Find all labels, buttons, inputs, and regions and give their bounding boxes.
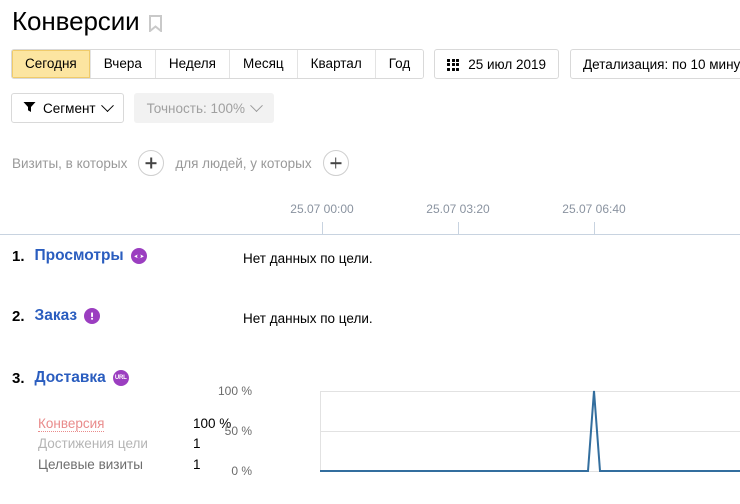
bookmark-icon[interactable] xyxy=(148,14,162,33)
axis-baseline xyxy=(0,234,740,235)
metric-label-conversion[interactable]: Конверсия xyxy=(38,416,105,432)
chevron-down-icon xyxy=(100,98,114,112)
period-tab-year[interactable]: Год xyxy=(375,50,424,78)
conversion-chart: 100 % 50 % 0 % xyxy=(218,380,740,500)
period-tab-today[interactable]: Сегодня xyxy=(12,50,91,78)
calendar-icon xyxy=(447,58,460,71)
metric-value-goal-reaches: 1 xyxy=(193,436,201,451)
chevron-down-icon xyxy=(250,98,263,112)
period-tab-week[interactable]: Неделя xyxy=(155,50,230,78)
y-axis-tick-label: 100 % xyxy=(217,384,252,398)
people-filter-label: для людей, у которых xyxy=(175,155,312,171)
period-tab-group: Сегодня Вчера Неделя Месяц Квартал Год xyxy=(11,49,425,79)
axis-tick-label: 25.07 00:00 xyxy=(290,202,354,216)
axis-tick-mark xyxy=(458,222,459,234)
period-tab-yesterday[interactable]: Вчера xyxy=(90,50,156,78)
segment-toolbar: Сегмент Точность: 100% xyxy=(11,93,275,123)
goal-name-link[interactable]: Заказ xyxy=(35,307,78,325)
goal-number: 3. xyxy=(12,369,25,387)
url-badge-icon: URL xyxy=(112,370,129,386)
exclamation-badge-icon xyxy=(84,308,101,324)
add-people-filter-button[interactable] xyxy=(322,150,349,176)
goal-name-link[interactable]: Доставка xyxy=(35,369,106,387)
goal-header: 2. Заказ xyxy=(12,307,101,325)
visits-filter-label: Визиты, в которых xyxy=(12,155,128,171)
filter-builder-row: Визиты, в которых для людей, у которых xyxy=(12,150,349,176)
goal-header: 1. Просмотры xyxy=(12,247,147,265)
y-axis-tick-label: 0 % xyxy=(231,464,252,478)
granularity-dropdown[interactable]: Детализация: по 10 минут xyxy=(570,49,740,79)
accuracy-label: Точность: 100% xyxy=(146,100,246,116)
date-picker-label: 25 июл 2019 xyxy=(468,56,546,72)
goal-header: 3. Доставка URL xyxy=(12,369,129,387)
chart-plot-area xyxy=(320,380,740,472)
date-picker-button[interactable]: 25 июл 2019 xyxy=(434,49,559,79)
period-tab-quarter[interactable]: Квартал xyxy=(297,50,376,78)
goal-number: 1. xyxy=(12,247,25,265)
eye-badge-icon xyxy=(130,248,147,264)
segment-label: Сегмент xyxy=(43,100,96,116)
goal-empty-message: Нет данных по цели. xyxy=(243,251,373,266)
period-toolbar: Сегодня Вчера Неделя Месяц Квартал Год 2… xyxy=(11,49,740,79)
page-header: Конверсии xyxy=(12,6,162,36)
metric-row: Достижения цели 1 xyxy=(38,436,231,457)
axis-tick-mark xyxy=(594,222,595,234)
goal-name-link[interactable]: Просмотры xyxy=(35,247,124,265)
page-title: Конверсии xyxy=(12,6,140,36)
goal-number: 2. xyxy=(12,307,25,325)
axis-tick-label: 25.07 03:20 xyxy=(426,202,490,216)
accuracy-dropdown[interactable]: Точность: 100% xyxy=(133,93,275,123)
timeline-axis: 25.07 00:00 25.07 03:20 25.07 06:40 xyxy=(0,200,740,236)
metric-label-target-visits: Целевые визиты xyxy=(38,457,143,472)
funnel-icon xyxy=(23,101,36,116)
goal-empty-message: Нет данных по цели. xyxy=(243,311,373,326)
axis-tick-label: 25.07 06:40 xyxy=(562,202,626,216)
granularity-label: Детализация: по 10 минут xyxy=(583,56,740,72)
segment-dropdown[interactable]: Сегмент xyxy=(11,93,124,123)
chart-line-series xyxy=(320,390,740,472)
conversions-report-page: Конверсии Сегодня Вчера Неделя Месяц Ква… xyxy=(0,0,740,504)
period-tab-month[interactable]: Месяц xyxy=(229,50,298,78)
add-visit-filter-button[interactable] xyxy=(138,150,165,176)
axis-tick-mark xyxy=(322,222,323,234)
y-axis-tick-label: 50 % xyxy=(224,424,252,438)
metric-label-goal-reaches: Достижения цели xyxy=(38,436,148,451)
